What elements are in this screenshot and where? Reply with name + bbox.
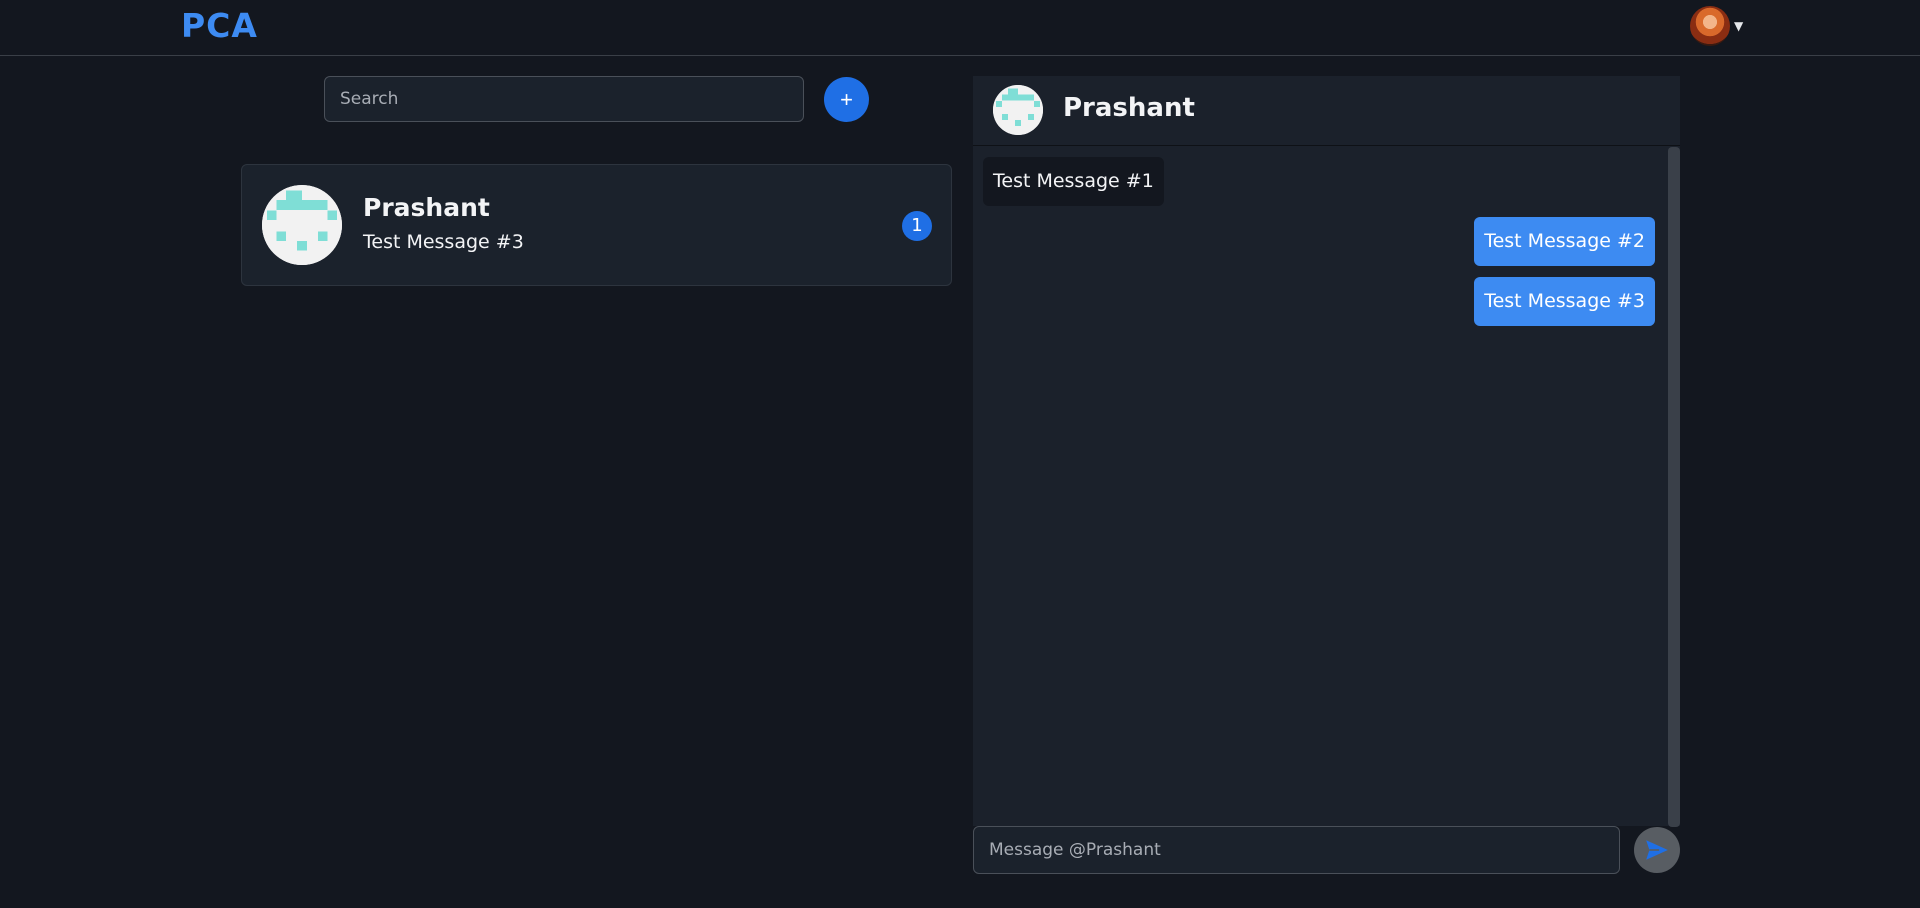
conversation-item[interactable]: Prashant Test Message #3 1: [241, 164, 952, 286]
message-scrollbar[interactable]: [1668, 147, 1680, 827]
conversation-name: Prashant: [363, 193, 490, 222]
new-conversation-button[interactable]: +: [824, 77, 869, 122]
contact-avatar: [262, 185, 342, 265]
chat-header: Prashant: [973, 76, 1680, 146]
message-outgoing: Test Message #2: [1474, 217, 1655, 266]
message-incoming: Test Message #1: [983, 157, 1164, 206]
user-avatar[interactable]: [1690, 6, 1730, 46]
identicon-icon: [262, 185, 342, 265]
chat-contact-avatar: [993, 85, 1043, 135]
app-logo[interactable]: PCA: [181, 6, 258, 45]
conversation-last-message: Test Message #3: [363, 231, 524, 253]
search-input[interactable]: [324, 76, 804, 122]
message-list[interactable]: Test Message #1 Test Message #2 Test Mes…: [973, 147, 1680, 825]
caret-down-icon[interactable]: ▼: [1734, 19, 1743, 33]
top-navbar: PCA ▼: [0, 0, 1920, 56]
send-icon: [1646, 840, 1668, 860]
message-outgoing: Test Message #3: [1474, 277, 1655, 326]
identicon-icon: [993, 85, 1043, 135]
send-button[interactable]: [1634, 827, 1680, 873]
unread-badge: 1: [902, 211, 932, 241]
profile-menu[interactable]: ▼: [1690, 6, 1743, 46]
chat-panel: Prashant Test Message #1 Test Message #2…: [973, 76, 1680, 827]
message-input[interactable]: [973, 826, 1620, 874]
chat-title: Prashant: [1063, 93, 1195, 123]
